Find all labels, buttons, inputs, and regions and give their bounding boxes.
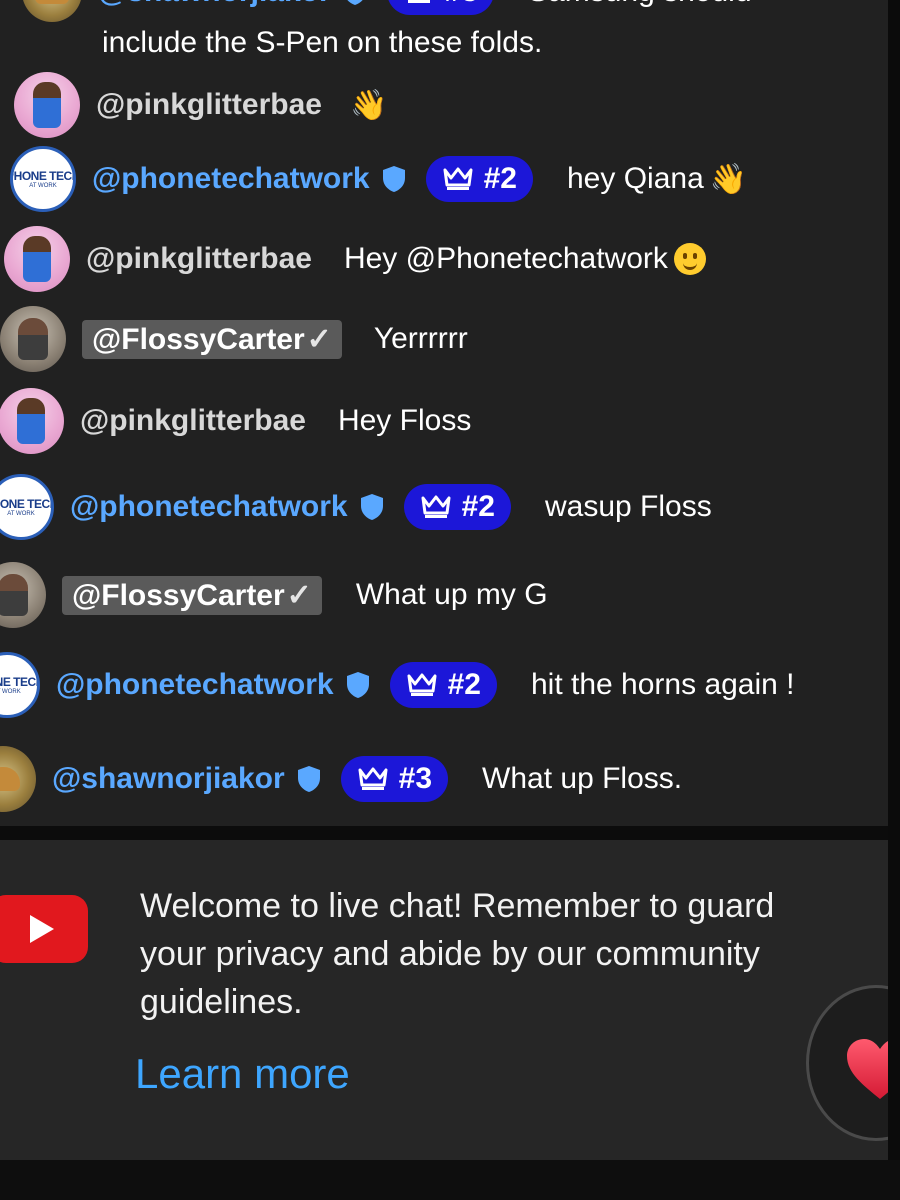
author-name-chip[interactable]: @FlossyCarter✓ [82, 319, 342, 359]
verified-shield-icon [382, 166, 405, 192]
message-text: hey Qiana [567, 162, 704, 195]
checkmark-icon: ✓ [306, 322, 332, 356]
avatar-text: PHONE TECH [0, 675, 37, 689]
avatar[interactable] [14, 72, 80, 138]
chat-message-continuation: include the S-Pen on these folds. [102, 26, 542, 60]
badge-rank: #2 [461, 490, 495, 523]
avatar-subtext: AT WORK [7, 511, 35, 517]
avatar[interactable]: PHONE TECH AT WORK [10, 146, 76, 212]
verified-shield-icon [297, 766, 320, 792]
chat-message: @pinkglitterbae Hey @Phonetechatwork [4, 226, 706, 292]
verified-shield-icon [347, 0, 363, 5]
message-text: What up my G [355, 578, 548, 611]
author-name[interactable]: @phonetechatwork [56, 668, 334, 702]
avatar-subtext: AT WORK [29, 183, 57, 189]
author-name-chip[interactable]: @FlossyCarter✓ [62, 575, 322, 615]
verified-shield-icon [360, 494, 383, 520]
crown-icon [443, 167, 473, 190]
wave-emoji: 👋 [709, 162, 748, 196]
badge-rank: #3 [398, 762, 433, 795]
chat-message: PHONE TECH AT WORK @phonetechatwork #2 h… [0, 652, 795, 718]
message-text: include the S-Pen on these folds. [102, 26, 543, 59]
author-name[interactable]: @shawnorjiakor [52, 762, 285, 796]
badge-rank: #3 [445, 0, 478, 9]
chat-message: @shawnorjiakor #3 Samsung should [22, 0, 752, 22]
verified-shield-icon [346, 672, 369, 698]
crown-icon [358, 767, 388, 790]
chat-divider [0, 826, 888, 840]
author-name[interactable]: @shawnorjiakor [98, 0, 331, 9]
chat-message: PHONE TECH AT WORK @phonetechatwork #2 w… [0, 474, 712, 540]
youtube-logo-icon [0, 895, 88, 963]
chat-message: PHONE TECH AT WORK @phonetechatwork #2 h… [10, 146, 747, 212]
membership-badge: #2 [389, 662, 497, 708]
badge-rank: #2 [447, 668, 481, 701]
avatar-figure [0, 574, 28, 616]
author-name[interactable]: @phonetechatwork [92, 162, 370, 196]
avatar[interactable] [22, 0, 82, 22]
device-bezel-bottom [0, 1160, 900, 1200]
avatar-text: PHONE TECH [0, 497, 51, 511]
avatar-figure [0, 767, 20, 791]
avatar-figure [33, 82, 61, 128]
membership-badge: #2 [403, 484, 511, 530]
avatar[interactable]: PHONE TECH AT WORK [0, 474, 54, 540]
checkmark-icon: ✓ [286, 578, 312, 612]
chat-message: @FlossyCarter✓ What up my G [0, 562, 548, 628]
avatar[interactable]: PHONE TECH AT WORK [0, 652, 40, 718]
avatar-text: PHONE TECH [10, 169, 73, 183]
message-text: Samsung should [528, 0, 751, 9]
chat-message: @shawnorjiakor #3 What up Floss. [0, 746, 682, 812]
learn-more-link[interactable]: Learn more [135, 1050, 350, 1098]
smiley-icon [673, 243, 706, 275]
heart-icon [847, 1039, 888, 1099]
membership-badge: #3 [340, 756, 449, 802]
welcome-message: Welcome to live chat! Remember to guard … [140, 887, 775, 1021]
avatar[interactable] [0, 306, 66, 372]
author-name[interactable]: @pinkglitterbae [80, 404, 306, 438]
chat-message: @FlossyCarter✓ Yerrrrrr [0, 306, 468, 372]
message-text: wasup Floss [545, 490, 712, 523]
avatar[interactable] [0, 388, 64, 454]
message-text: Hey Floss [337, 404, 472, 437]
author-name[interactable]: @phonetechatwork [70, 490, 348, 524]
crown-icon [421, 495, 451, 518]
play-triangle [30, 915, 54, 943]
author-name: @FlossyCarter [92, 322, 305, 356]
membership-badge: #2 [425, 156, 533, 202]
avatar-figure [35, 0, 69, 4]
welcome-banner: Welcome to live chat! Remember to guard … [0, 840, 888, 1160]
avatar-figure [17, 398, 45, 444]
avatar[interactable] [0, 746, 36, 812]
avatar[interactable] [0, 562, 46, 628]
crown-icon [407, 673, 437, 696]
author-name[interactable]: @pinkglitterbae [86, 242, 312, 276]
badge-rank: #2 [483, 162, 517, 195]
message-text: Yerrrrrr [373, 322, 468, 355]
chat-message: @pinkglitterbae Hey Floss [0, 388, 471, 454]
chat-message-list[interactable]: @shawnorjiakor #3 Samsung should include… [0, 0, 888, 830]
device-bezel-right [888, 0, 900, 1200]
author-name: @FlossyCarter [72, 578, 285, 612]
avatar-subtext: AT WORK [0, 689, 21, 695]
crown-icon [407, 0, 430, 3]
wave-emoji: 👋 [349, 88, 388, 122]
avatar-figure [18, 318, 48, 360]
message-text: What up Floss. [482, 762, 683, 795]
membership-badge: #3 [386, 0, 495, 15]
avatar-figure [23, 236, 51, 282]
avatar[interactable] [4, 226, 70, 292]
live-chat-screen: @shawnorjiakor #3 Samsung should include… [0, 0, 888, 1160]
message-text: hit the horns again ! [531, 668, 795, 701]
author-name[interactable]: @pinkglitterbae [96, 88, 322, 122]
chat-message: @pinkglitterbae 👋 [14, 72, 387, 138]
message-text: Hey @Phonetechatwork [343, 242, 668, 275]
